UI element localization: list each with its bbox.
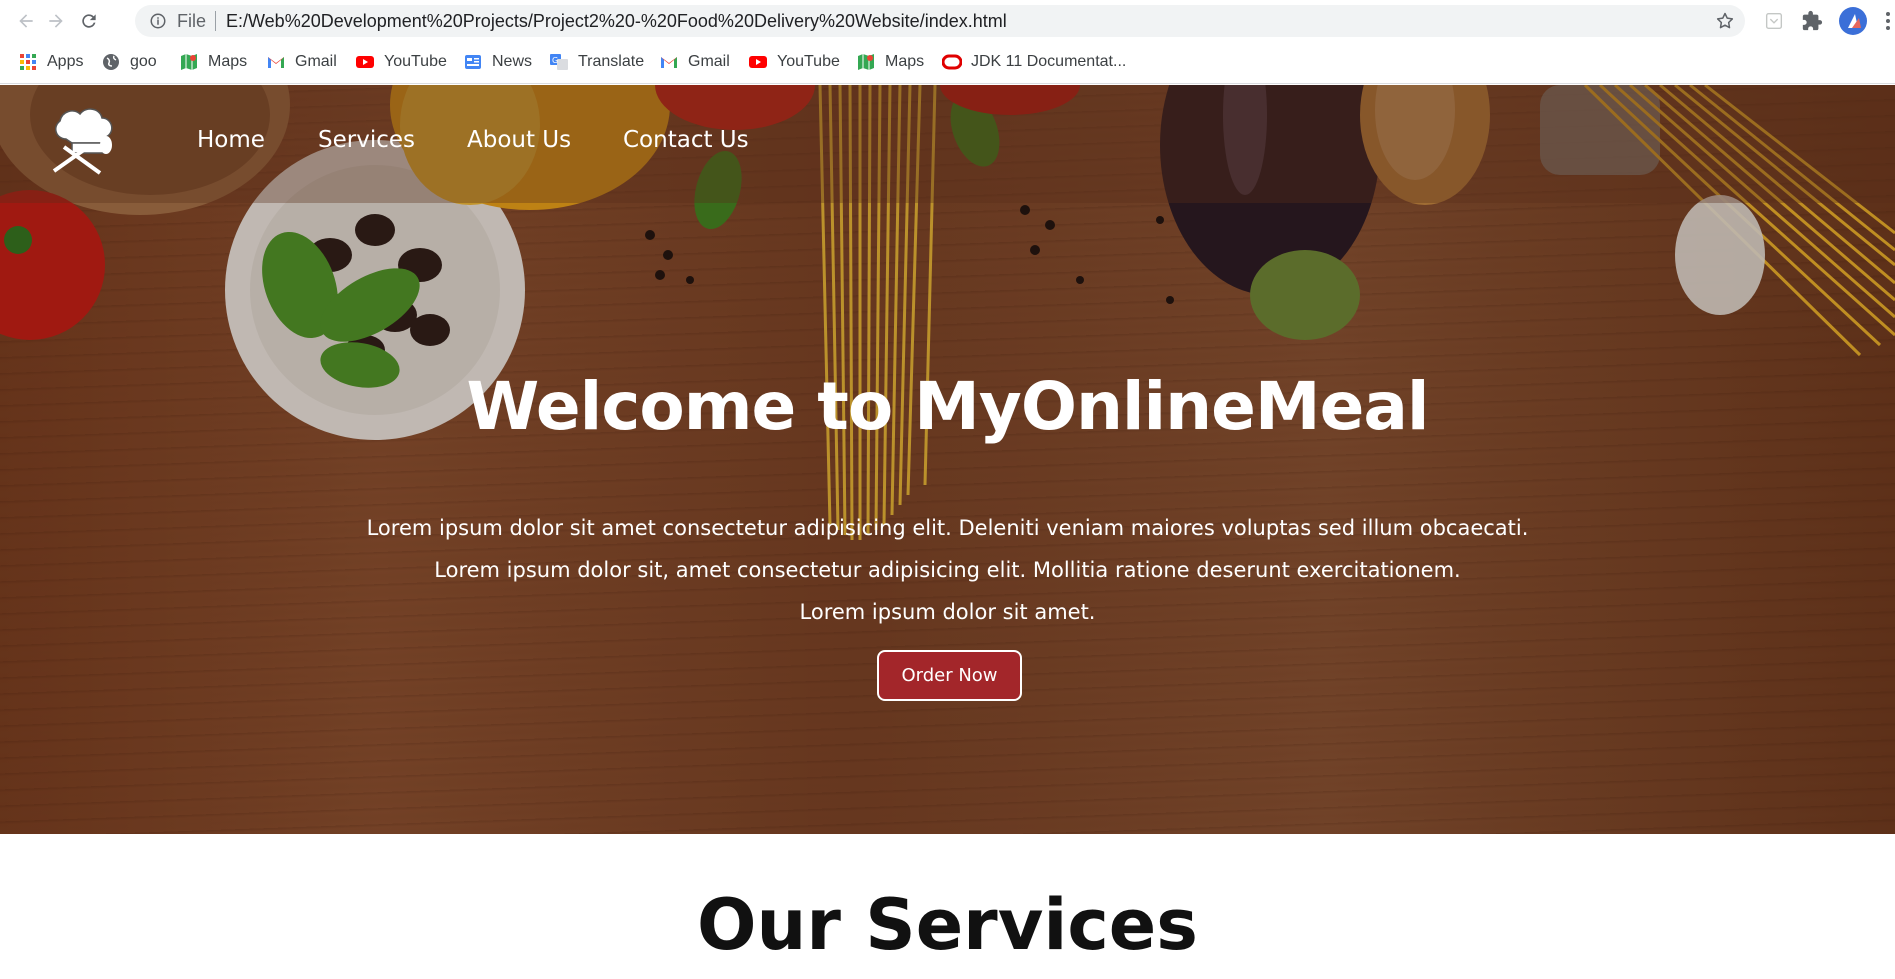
hero-line-3: Lorem ipsum dolor sit amet.	[799, 600, 1096, 624]
bookmark-label: Maps	[208, 53, 248, 70]
svg-text:G: G	[552, 56, 558, 65]
bookmark-label: Translate	[578, 53, 645, 70]
bookmark-gmail-2[interactable]: Gmail	[659, 50, 730, 74]
url-scheme-label: File	[177, 11, 207, 31]
back-icon[interactable]	[14, 9, 38, 33]
chef-hat-icon[interactable]	[44, 99, 124, 179]
bookmark-gmail[interactable]: Gmail	[266, 50, 337, 74]
more-icon[interactable]	[1884, 10, 1892, 32]
nav-about-us[interactable]: About Us	[467, 127, 571, 153]
address-bar[interactable]: File E:/Web%20Development%20Projects/Pro…	[135, 5, 1745, 37]
gmail-icon	[268, 57, 284, 68]
bookmark-apps[interactable]: Apps	[18, 50, 83, 74]
reload-icon[interactable]	[77, 9, 101, 33]
info-icon[interactable]	[149, 12, 167, 30]
hero-line-1: Lorem ipsum dolor sit amet consectetur a…	[366, 516, 1529, 540]
apps-grid-icon	[20, 54, 36, 70]
bookmark-youtube[interactable]: YouTube	[355, 50, 447, 74]
hero-line-2: Lorem ipsum dolor sit, amet consectetur …	[434, 558, 1461, 582]
bookmark-news[interactable]: News	[463, 50, 532, 74]
hero-description: Lorem ipsum dolor sit amet consectetur a…	[0, 507, 1895, 633]
bookmark-label: YouTube	[384, 53, 447, 70]
bookmark-jdk[interactable]: JDK 11 Documentat...	[942, 50, 1126, 74]
url-separator	[215, 11, 216, 31]
gmail-icon	[661, 57, 677, 68]
bookmark-label: goo	[130, 53, 157, 70]
bookmark-maps-2[interactable]: Maps	[856, 50, 924, 74]
hero-title: Welcome to MyOnlineMeal	[466, 368, 1429, 445]
nav-services[interactable]: Services	[318, 127, 415, 153]
bookmark-label: Maps	[885, 53, 925, 70]
bookmark-label: News	[492, 53, 533, 70]
bookmark-label: Apps	[47, 53, 84, 70]
forward-icon[interactable]	[44, 9, 68, 33]
translate-icon: G	[550, 54, 568, 70]
news-icon	[465, 55, 481, 69]
bookmark-label: JDK 11 Documentat...	[971, 53, 1127, 70]
bookmark-label: Gmail	[295, 53, 337, 70]
site-navbar: Home Services About Us Contact Us	[0, 85, 1895, 203]
bookmarks-bar: Apps goo Maps Gmail YouTube News G Trans…	[0, 42, 1895, 84]
bookmark-label: Gmail	[688, 53, 730, 70]
services-title: Our Services	[697, 884, 1198, 966]
bookmark-goo[interactable]: goo	[101, 50, 157, 74]
hero-section: Home Services About Us Contact Us Welcom…	[0, 85, 1895, 834]
bookmark-maps[interactable]: Maps	[179, 50, 247, 74]
profile-avatar[interactable]	[1839, 7, 1867, 35]
order-now-button[interactable]: Order Now	[877, 650, 1022, 701]
nav-home[interactable]: Home	[197, 127, 265, 153]
star-icon[interactable]	[1715, 11, 1735, 31]
bookmark-label: YouTube	[777, 53, 840, 70]
browser-toolbar: File E:/Web%20Development%20Projects/Pro…	[0, 0, 1895, 42]
url-text[interactable]: E:/Web%20Development%20Projects/Project2…	[226, 11, 1007, 32]
maps-icon	[181, 54, 197, 70]
extension-icon[interactable]	[1763, 10, 1785, 32]
bookmark-translate[interactable]: G Translate	[549, 50, 644, 74]
bookmark-youtube-2[interactable]: YouTube	[748, 50, 840, 74]
youtube-icon	[356, 56, 374, 68]
puzzle-icon[interactable]	[1801, 10, 1823, 32]
globe-icon	[103, 54, 119, 70]
youtube-icon	[749, 56, 767, 68]
nav-contact-us[interactable]: Contact Us	[623, 127, 749, 153]
oracle-icon	[942, 54, 962, 70]
maps-icon	[858, 54, 874, 70]
